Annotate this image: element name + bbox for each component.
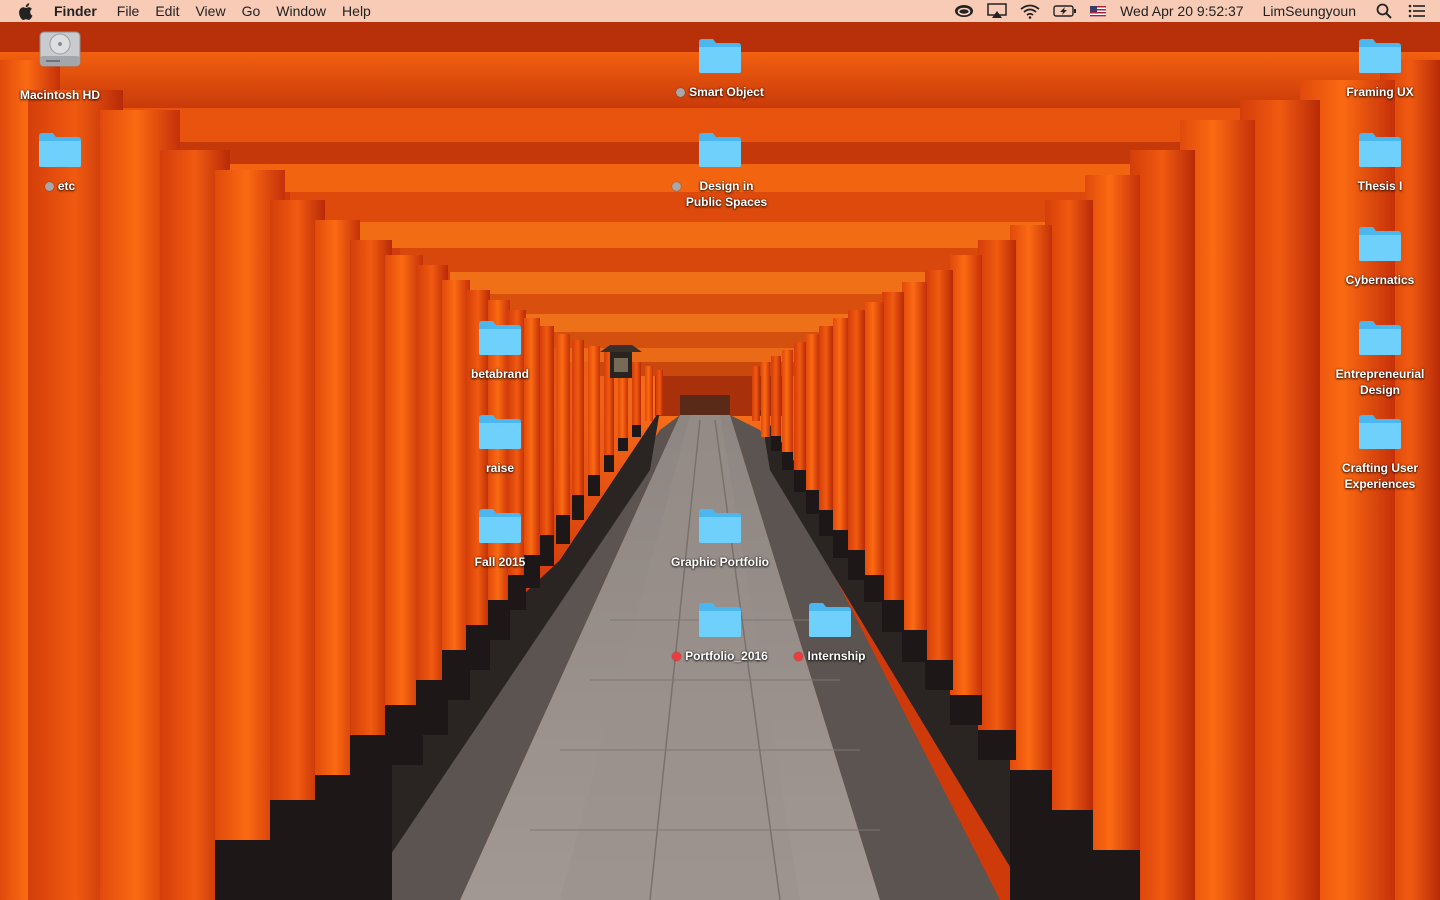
desktop-icon-cybernatics[interactable]: Cybernatics xyxy=(1325,222,1435,288)
icon-label: Framing UX xyxy=(1346,85,1414,99)
desktop-icon-fall-2015[interactable]: Fall 2015 xyxy=(445,504,555,570)
menu-bar-user-name[interactable]: LimSeungyoun xyxy=(1263,3,1356,19)
battery-charging-icon[interactable] xyxy=(1053,4,1077,18)
desktop-icon-raise[interactable]: raise xyxy=(445,410,555,476)
hard-drive-icon xyxy=(37,30,83,70)
desktop-icon-internship[interactable]: Internship xyxy=(775,598,885,664)
folder-icon xyxy=(1357,34,1403,74)
icon-label: Crafting User Experiences xyxy=(1341,461,1418,491)
gray-tag-dot xyxy=(676,88,686,97)
folder-icon xyxy=(477,316,523,356)
desktop-icon-graphic-portfolio[interactable]: Graphic Portfolio xyxy=(665,504,775,570)
desktop-icon-entrepreneurial-design[interactable]: Entrepreneurial Design xyxy=(1325,316,1435,398)
folder-icon xyxy=(1357,410,1403,450)
icon-label: Internship xyxy=(794,648,866,664)
menu-bar-status-area: Wed Apr 20 9:52:37 LimSeungyoun xyxy=(941,0,1440,22)
red-tag-dot xyxy=(672,652,682,661)
apple-logo-icon[interactable] xyxy=(19,2,35,20)
wifi-icon[interactable] xyxy=(1020,4,1040,19)
folder-icon xyxy=(1357,316,1403,356)
menu-help[interactable]: Help xyxy=(342,3,371,19)
icon-label: etc xyxy=(44,178,75,194)
desktop-icon-etc[interactable]: etc xyxy=(5,128,115,194)
desktop-icon-design-in-public-spaces[interactable]: Design in Public Spaces xyxy=(665,128,775,210)
icon-label: Fall 2015 xyxy=(474,555,526,569)
folder-icon xyxy=(697,504,743,544)
menu-view[interactable]: View xyxy=(195,3,225,19)
desktop-icon-smart-object[interactable]: Smart Object xyxy=(665,34,775,100)
folder-icon xyxy=(697,598,743,638)
menu-bar: Finder File Edit View Go Window Help Wed… xyxy=(0,0,1440,22)
red-tag-dot xyxy=(794,652,804,661)
menu-window[interactable]: Window xyxy=(276,3,326,19)
desktop-icon-thesis-i[interactable]: Thesis I xyxy=(1325,128,1435,194)
desktop-icon-portfolio-2016[interactable]: Portfolio_2016 xyxy=(665,598,775,664)
us-flag-input-icon[interactable] xyxy=(1090,5,1107,17)
gray-tag-dot xyxy=(672,182,681,191)
icon-label: Entrepreneurial Design xyxy=(1335,367,1425,397)
creative-cloud-icon[interactable] xyxy=(954,4,974,18)
desktop-icon-framing-ux[interactable]: Framing UX xyxy=(1325,34,1435,100)
gray-tag-dot xyxy=(44,182,54,191)
icon-label: Smart Object xyxy=(676,84,764,100)
folder-icon xyxy=(477,504,523,544)
desktop-icon-crafting-user-experiences[interactable]: Crafting User Experiences xyxy=(1325,410,1435,492)
menu-bar-clock[interactable]: Wed Apr 20 9:52:37 xyxy=(1120,3,1244,19)
folder-icon xyxy=(1357,128,1403,168)
icon-label: Design in Public Spaces xyxy=(672,178,768,210)
notification-center-icon[interactable] xyxy=(1408,4,1426,18)
icon-label: Cybernatics xyxy=(1345,273,1415,287)
folder-icon xyxy=(807,598,853,638)
menu-finder[interactable]: Finder xyxy=(54,3,97,19)
folder-icon xyxy=(697,34,743,74)
folder-icon xyxy=(1357,222,1403,262)
menu-file[interactable]: File xyxy=(117,3,140,19)
icon-label: Macintosh HD xyxy=(19,88,100,102)
icon-label: raise xyxy=(485,461,515,475)
spotlight-search-icon[interactable] xyxy=(1376,3,1392,19)
icon-label: Portfolio_2016 xyxy=(672,648,768,664)
folder-icon xyxy=(697,128,743,168)
icon-label: Graphic Portfolio xyxy=(670,555,769,569)
desktop-icon-macintosh-hd[interactable]: Macintosh HD xyxy=(5,30,115,103)
icon-label: Thesis I xyxy=(1357,179,1403,193)
desktop-icon-betabrand[interactable]: betabrand xyxy=(445,316,555,382)
airplay-icon[interactable] xyxy=(987,3,1007,19)
folder-icon xyxy=(477,410,523,450)
icon-label: betabrand xyxy=(470,367,529,381)
menu-go[interactable]: Go xyxy=(242,3,261,19)
folder-icon xyxy=(37,128,83,168)
menu-edit[interactable]: Edit xyxy=(155,3,179,19)
